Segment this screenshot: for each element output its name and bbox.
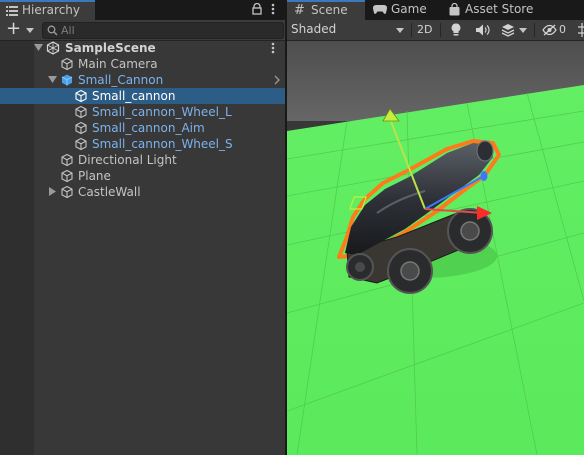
tab-asset-store-label: Asset Store <box>465 2 534 16</box>
gameobject-cube-icon <box>61 153 73 167</box>
gameobject-cube-icon <box>75 137 87 151</box>
toolbar-separator <box>534 23 535 37</box>
hash-icon: # <box>294 3 305 18</box>
shading-mode-value: Shaded <box>291 22 337 36</box>
scene-viewport[interactable] <box>287 41 584 455</box>
hierarchy-item-label: Small_Cannon <box>78 73 164 87</box>
hierarchy-item-directional-light[interactable]: Directional Light <box>0 152 285 168</box>
chevron-down-icon <box>396 28 404 33</box>
expand-arrow-icon[interactable] <box>34 44 43 51</box>
tab-scene-label: Scene <box>311 3 348 17</box>
gameobject-cube-icon <box>75 105 87 119</box>
layers-effects-icon <box>501 24 515 37</box>
hierarchy-search[interactable] <box>42 22 284 39</box>
collapse-arrow-icon[interactable] <box>49 187 56 196</box>
tab-game-label: Game <box>391 2 427 16</box>
toggle-2d-label: 2D <box>417 23 433 36</box>
list-icon <box>6 6 18 16</box>
tab-hierarchy[interactable]: Hierarchy <box>0 0 95 20</box>
scene-root-label: SampleScene <box>65 41 156 55</box>
hierarchy-panel: Hierarchy + SampleScene <box>0 0 285 455</box>
hierarchy-item-label: Small_cannon_Wheel_L <box>92 105 232 119</box>
search-input[interactable] <box>61 23 276 38</box>
chevron-down-icon <box>519 28 527 33</box>
scene-effects-dropdown[interactable] <box>499 20 529 40</box>
gamepad-icon <box>373 5 387 14</box>
grid-toggle[interactable] <box>577 20 584 40</box>
scene-audio-toggle[interactable] <box>473 20 493 40</box>
prefab-cube-icon <box>61 74 73 86</box>
expand-arrow-icon[interactable] <box>48 76 57 83</box>
scene-menu-icon[interactable] <box>271 42 275 54</box>
toolbar-separator <box>440 23 441 37</box>
hierarchy-tab-bar: Hierarchy <box>0 0 285 20</box>
chevron-down-icon <box>26 28 34 33</box>
chevron-right-icon[interactable] <box>274 75 280 85</box>
lock-icon[interactable] <box>252 3 262 15</box>
scene-panel: # Scene Game Asset Store Shaded 2D 0 <box>287 0 584 455</box>
gameobject-cube-icon <box>61 57 73 71</box>
tab-scene[interactable]: # Scene <box>287 0 365 20</box>
create-plus-label: + <box>6 18 22 39</box>
grid-icon <box>578 23 584 37</box>
hierarchy-item-wheel-l[interactable]: Small_cannon_Wheel_L <box>0 104 285 120</box>
shading-mode-dropdown[interactable]: Shaded <box>287 20 409 40</box>
hierarchy-item-small-cannon-selected[interactable]: Small_cannon <box>0 88 285 104</box>
scene-visibility-toggle[interactable]: 0 <box>539 20 573 40</box>
speaker-icon <box>476 24 490 36</box>
create-button[interactable]: + <box>4 18 38 39</box>
hierarchy-toolbar: + <box>0 18 285 41</box>
wheel-front <box>387 248 433 294</box>
scene-root-row[interactable]: SampleScene <box>0 40 285 56</box>
scene-toolbar: Shaded 2D 0 <box>287 20 584 41</box>
lightbulb-icon <box>451 23 461 36</box>
hierarchy-item-label: Plane <box>78 169 111 183</box>
tab-asset-store[interactable]: Asset Store <box>445 0 545 20</box>
gameobject-cube-icon <box>75 89 87 103</box>
hierarchy-item-wheel-s[interactable]: Small_cannon_Wheel_S <box>0 136 285 152</box>
gizmo-z-arrow-icon[interactable] <box>480 171 488 181</box>
gameobject-cube-icon <box>75 121 87 135</box>
hierarchy-item-label: CastleWall <box>78 185 141 199</box>
gameobject-cube-icon <box>61 185 73 199</box>
wheel-left <box>346 253 374 281</box>
hierarchy-item-label: Small_cannon_Aim <box>92 121 205 135</box>
hierarchy-item-main-camera[interactable]: Main Camera <box>0 56 285 72</box>
search-icon <box>47 25 58 36</box>
hierarchy-item-label: Directional Light <box>78 153 177 167</box>
kebab-menu-icon[interactable] <box>271 3 275 15</box>
scene-tab-bar: # Scene Game Asset Store <box>287 0 584 20</box>
shopping-bag-icon <box>449 3 460 16</box>
tab-hierarchy-label: Hierarchy <box>22 3 81 17</box>
toggle-2d-button[interactable]: 2D <box>413 20 437 40</box>
hidden-objects-count: 0 <box>559 23 566 36</box>
scene-render <box>287 41 584 455</box>
hierarchy-item-plane[interactable]: Plane <box>0 168 285 184</box>
hierarchy-item-label: Small_cannon_Wheel_S <box>92 137 233 151</box>
scene-lighting-toggle[interactable] <box>447 20 467 40</box>
eye-slash-icon <box>542 24 557 36</box>
toolbar-separator <box>411 23 412 37</box>
tab-game[interactable]: Game <box>367 0 443 20</box>
unity-scene-icon <box>46 41 60 55</box>
hierarchy-item-small-cannon-prefab[interactable]: Small_Cannon <box>0 72 285 88</box>
hierarchy-item-label: Small_cannon <box>92 89 176 103</box>
hierarchy-item-label: Main Camera <box>78 57 158 71</box>
hierarchy-item-castlewall[interactable]: CastleWall <box>0 184 285 200</box>
hierarchy-item-aim[interactable]: Small_cannon_Aim <box>0 120 285 136</box>
gameobject-cube-icon <box>61 169 73 183</box>
